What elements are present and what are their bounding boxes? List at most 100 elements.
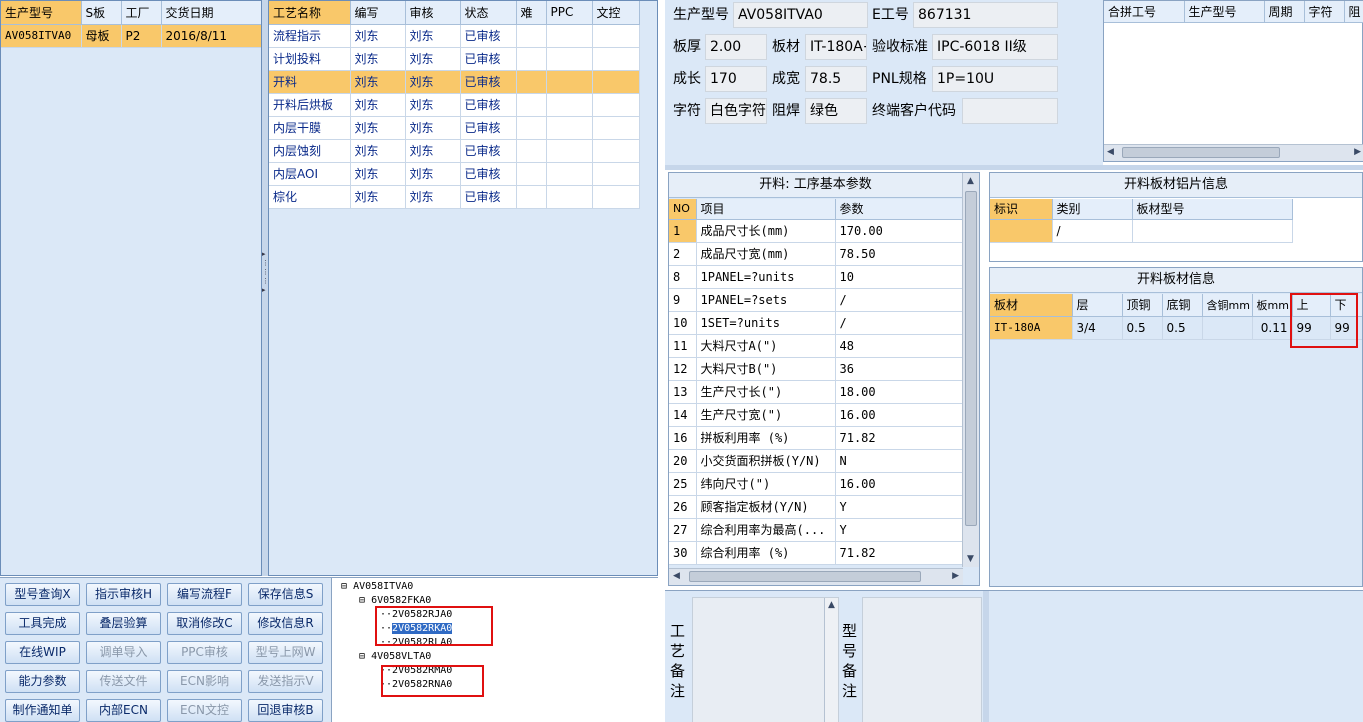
col-combine-model[interactable]: 生产型号 xyxy=(1184,1,1265,23)
table-row[interactable]: 内层AOI 刘东 刘东 已审核 xyxy=(269,162,640,186)
col-status[interactable]: 状态 xyxy=(460,1,517,25)
cell: 2 xyxy=(669,242,697,266)
col-doc-control[interactable]: 文控 xyxy=(592,1,640,25)
col-layer[interactable]: 层 xyxy=(1072,294,1123,317)
table-row[interactable]: 流程指示 刘东 刘东 已审核 xyxy=(269,24,640,48)
params-hscroll[interactable]: ◀ ▶ xyxy=(669,568,963,585)
table-row[interactable]: 1 成品尺寸长(mm) 170.00 xyxy=(669,219,964,243)
col-board-model[interactable]: 板材型号 xyxy=(1132,199,1293,220)
table-row[interactable]: 开料 刘东 刘东 已审核 xyxy=(269,70,640,94)
send-instruction-button[interactable]: 发送指示V xyxy=(248,670,323,693)
table-row[interactable]: 计划投料 刘东 刘东 已审核 xyxy=(269,47,640,71)
col-no[interactable]: NO xyxy=(669,199,697,220)
table-row[interactable]: 10 1SET=?units / xyxy=(669,311,964,335)
length-field[interactable]: 170 xyxy=(705,66,767,92)
internal-ecn-button[interactable]: 内部ECN xyxy=(86,699,161,722)
col-writer[interactable]: 编写 xyxy=(350,1,406,25)
scroll-thumb[interactable] xyxy=(1122,147,1280,158)
col-combine-cycle[interactable]: 周期 xyxy=(1264,1,1305,23)
standard-field[interactable]: IPC-6018 II级 xyxy=(932,34,1058,60)
material-field[interactable]: IT-180A+ xyxy=(805,34,867,60)
model-notes-textarea[interactable] xyxy=(862,597,982,722)
ecn-impact-button[interactable]: ECN影响 xyxy=(167,670,242,693)
table-row[interactable]: 棕化 刘东 刘东 已审核 xyxy=(269,185,640,209)
col-model[interactable]: 生产型号 xyxy=(1,1,82,25)
col-top-copper[interactable]: 顶铜 xyxy=(1122,294,1163,317)
import-order-button[interactable]: 调单导入 xyxy=(86,641,161,664)
col-with-copper[interactable]: 含铜mm xyxy=(1202,294,1253,317)
col-combine-char[interactable]: 字符 xyxy=(1304,1,1345,23)
table-row[interactable]: 13 生产尺寸长(") 18.00 xyxy=(669,380,964,404)
rollback-review-button[interactable]: 回退审核B xyxy=(248,699,323,722)
edit-info-button[interactable]: 修改信息R xyxy=(248,612,323,635)
col-bottom-copper[interactable]: 底铜 xyxy=(1162,294,1203,317)
col-combine-no[interactable]: 合拼工号 xyxy=(1104,1,1185,23)
table-row[interactable]: 16 拼板利用率 (%) 71.82 xyxy=(669,426,964,450)
table-row[interactable]: 内层干膜 刘东 刘东 已审核 xyxy=(269,116,640,140)
width-field[interactable]: 78.5 xyxy=(805,66,867,92)
thickness-field[interactable]: 2.00 xyxy=(705,34,767,60)
model-online-button[interactable]: 型号上网W xyxy=(248,641,323,664)
table-row[interactable]: 11 大料尺寸A(") 48 xyxy=(669,334,964,358)
col-process-name[interactable]: 工艺名称 xyxy=(269,1,351,25)
model-field[interactable]: AV058ITVA0 xyxy=(733,2,868,28)
table-row[interactable]: 26 顾客指定板材(Y/N) Y xyxy=(669,495,964,519)
customer-field[interactable] xyxy=(962,98,1058,124)
tool-complete-button[interactable]: 工具完成 xyxy=(5,612,80,635)
collapse-icon[interactable]: ⊟ xyxy=(359,595,365,606)
table-row[interactable]: 9 1PANEL=?sets / xyxy=(669,288,964,312)
col-reviewer[interactable]: 审核 xyxy=(405,1,461,25)
tree-root-node[interactable]: ⊟ AV058ITVA0 xyxy=(341,580,413,594)
model-query-button[interactable]: 型号查询X xyxy=(5,583,80,606)
scroll-thumb[interactable] xyxy=(965,191,977,526)
stackup-check-button[interactable]: 叠层验算 xyxy=(86,612,161,635)
pnl-field[interactable]: 1P=10U xyxy=(932,66,1058,92)
col-mark[interactable]: 标识 xyxy=(990,199,1053,220)
params-vscroll[interactable]: ▲ ▼ xyxy=(962,173,979,567)
collapse-icon[interactable]: ⊟ xyxy=(359,651,365,662)
review-instruction-button[interactable]: 指示审核H xyxy=(86,583,161,606)
col-delivery-date[interactable]: 交货日期 xyxy=(161,1,261,25)
table-row[interactable]: 12 大料尺寸B(") 36 xyxy=(669,357,964,381)
cell xyxy=(546,185,593,209)
table-row[interactable]: 内层蚀刻 刘东 刘东 已审核 xyxy=(269,139,640,163)
col-factory[interactable]: 工厂 xyxy=(121,1,162,25)
send-file-button[interactable]: 传送文件 xyxy=(86,670,161,693)
table-row[interactable]: 8 1PANEL=?units 10 xyxy=(669,265,964,289)
scroll-thumb[interactable] xyxy=(689,571,921,582)
col-board-mm[interactable]: 板mm xyxy=(1252,294,1293,317)
col-item[interactable]: 项目 xyxy=(696,199,836,220)
col-category[interactable]: 类别 xyxy=(1052,199,1133,220)
cancel-edit-button[interactable]: 取消修改C xyxy=(167,612,242,635)
col-difficulty[interactable]: 难 xyxy=(516,1,547,25)
ppc-review-button[interactable]: PPC审核 xyxy=(167,641,242,664)
col-combine-mask[interactable]: 阻 xyxy=(1344,1,1363,23)
table-row[interactable]: AV058ITVA0 母板 P2 2016/8/11 xyxy=(1,24,261,48)
table-row[interactable]: 27 综合利用率为最高(... Y xyxy=(669,518,964,542)
table-row[interactable]: 30 综合利用率 (%) 71.82 xyxy=(669,541,964,565)
ecn-doc-control-button[interactable]: ECN文控 xyxy=(167,699,242,722)
col-board[interactable]: 板材 xyxy=(990,294,1073,317)
table-row[interactable]: / xyxy=(990,219,1293,243)
make-notice-button[interactable]: 制作通知单 xyxy=(5,699,80,722)
table-row[interactable]: 14 生产尺寸宽(") 16.00 xyxy=(669,403,964,427)
mask-field[interactable]: 绿色 xyxy=(805,98,867,124)
save-info-button[interactable]: 保存信息S xyxy=(248,583,323,606)
combine-hscroll[interactable]: ◀ ▶ xyxy=(1104,144,1363,161)
col-param[interactable]: 参数 xyxy=(835,199,964,220)
online-wip-button[interactable]: 在线WIP xyxy=(5,641,80,664)
process-notes-textarea[interactable]: ▲ xyxy=(692,597,839,722)
notes-vscroll[interactable]: ▲ xyxy=(824,598,838,722)
collapse-icon[interactable]: ⊟ xyxy=(341,581,347,592)
table-row[interactable]: 25 纬向尺寸(") 16.00 xyxy=(669,472,964,496)
table-row[interactable]: 2 成品尺寸宽(mm) 78.50 xyxy=(669,242,964,266)
table-row[interactable]: 20 小交货面积拼板(Y/N) N xyxy=(669,449,964,473)
write-flow-button[interactable]: 编写流程F xyxy=(167,583,242,606)
table-row[interactable]: 开料后烘板 刘东 刘东 已审核 xyxy=(269,93,640,117)
col-ppc[interactable]: PPC xyxy=(546,1,593,25)
tree-group-node[interactable]: ⊟ 4V058VLTA0 xyxy=(359,650,431,664)
capability-params-button[interactable]: 能力参数 xyxy=(5,670,80,693)
e-number-field[interactable]: 867131 xyxy=(913,2,1058,28)
char-field[interactable]: 白色字符 xyxy=(705,98,767,124)
col-s-board[interactable]: S板 xyxy=(81,1,122,25)
